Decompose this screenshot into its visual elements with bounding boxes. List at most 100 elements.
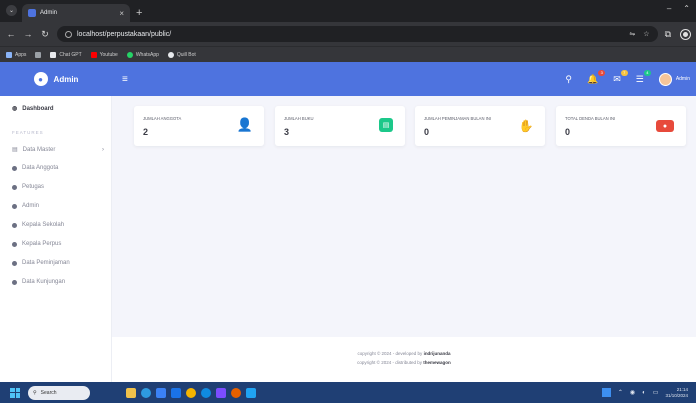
- book-icon: ▤: [379, 118, 393, 132]
- tab-title: Admin: [40, 10, 58, 16]
- app-icon-2[interactable]: [246, 387, 256, 398]
- user-name[interactable]: Admin: [676, 76, 690, 82]
- firefox-icon[interactable]: [231, 387, 241, 398]
- card-label: TOTAL DENDA BULAN INI: [565, 116, 616, 121]
- card-value: 0: [565, 127, 571, 137]
- taskbar-search[interactable]: ⚲ Search: [28, 385, 90, 400]
- bookmark-youtube[interactable]: Youtube: [90, 51, 118, 58]
- brand-text: Admin: [53, 74, 79, 84]
- translate-icon[interactable]: ⇋: [629, 30, 635, 38]
- distributor-link[interactable]: themewagon: [423, 360, 451, 365]
- sidebar-item-admin[interactable]: Admin: [12, 203, 104, 209]
- bookmark-apps[interactable]: Apps: [6, 51, 26, 58]
- vscode-icon[interactable]: [201, 387, 211, 398]
- brand-logo-icon: ●: [33, 72, 48, 86]
- chevron-right-icon: ›: [102, 146, 104, 153]
- edge-icon[interactable]: [141, 387, 151, 398]
- maximize-button[interactable]: ⌃: [683, 4, 690, 13]
- youtube-icon: [90, 51, 97, 58]
- chrome-icon[interactable]: [186, 387, 196, 398]
- card-label: JUMLAH BUKU: [284, 116, 314, 121]
- footer-line-developed: copyright © 2024 - developed by indrijun…: [357, 351, 451, 356]
- sidebar-item-dashboard[interactable]: ◍ Dashboard: [12, 105, 104, 113]
- sidebar-item-label: Dashboard: [22, 105, 54, 112]
- site-info-icon[interactable]: [65, 30, 72, 38]
- menu-toggle-icon[interactable]: ≡: [122, 74, 128, 85]
- chatgpt-icon: [50, 51, 57, 58]
- bookmark-quillbot[interactable]: Quill Bot: [167, 51, 196, 58]
- user-icon: 👤: [236, 117, 254, 132]
- bullet-icon: [12, 279, 17, 285]
- sidebar-item-label: Admin: [22, 203, 40, 209]
- alerts-badge: 3: [598, 69, 606, 76]
- profile-avatar-icon[interactable]: [681, 29, 690, 39]
- footer: copyright © 2024 - developed by indrijun…: [112, 337, 696, 382]
- file-explorer-icon[interactable]: [126, 387, 136, 398]
- address-bar[interactable]: localhost/perpustakaan/public/ ⇋ ☆: [57, 26, 658, 42]
- search-icon[interactable]: ⚲: [565, 74, 572, 85]
- sidebar-item-data-master[interactable]: ▤ Data Master ›: [12, 146, 104, 154]
- taskbar-search-label: Search: [40, 389, 57, 396]
- bullet-icon: [12, 184, 17, 190]
- money-icon: ●: [656, 120, 674, 132]
- tab-search-icon[interactable]: ⌄: [6, 5, 17, 16]
- reload-icon[interactable]: ↻: [40, 29, 50, 40]
- topbar-actions: ⚲ 🔔 3 ✉ 7 ☰ 4 Admin: [565, 62, 690, 96]
- quillbot-icon: [167, 51, 174, 58]
- sidebar-item-label: Data Master: [22, 146, 56, 153]
- sidebar-item-petugas[interactable]: Petugas: [12, 184, 104, 190]
- hand-holding-icon: ✋: [518, 119, 534, 133]
- clock[interactable]: 21:14 31/10/2024: [665, 387, 688, 399]
- bullet-icon: [12, 203, 17, 209]
- omnibox-actions: ⇋ ☆: [629, 30, 649, 38]
- network-icon[interactable]: ◉: [630, 389, 635, 396]
- sidebar-item-label: Data Anggota: [22, 165, 59, 171]
- developer-link[interactable]: indrijunanda: [424, 351, 451, 356]
- extensions-icon[interactable]: ⧉: [665, 29, 671, 40]
- forward-icon[interactable]: →: [23, 29, 33, 39]
- card-value: 0: [424, 127, 430, 137]
- whatsapp-icon: [126, 51, 133, 58]
- sidebar-item-kepala-perpus[interactable]: Kepala Perpus: [12, 241, 104, 247]
- tab-close-icon[interactable]: ×: [119, 9, 124, 18]
- bookmark-grid[interactable]: [35, 51, 42, 58]
- widgets-icon[interactable]: [601, 388, 611, 397]
- mail-icon[interactable]: [171, 387, 181, 398]
- battery-icon[interactable]: ▭: [653, 389, 659, 396]
- windows-start-icon[interactable]: [10, 387, 20, 398]
- browser-tab[interactable]: Admin ×: [22, 4, 130, 22]
- envelope-icon[interactable]: ✉ 7: [613, 69, 628, 85]
- card-value: 2: [143, 127, 149, 137]
- sidebar-item-data-kunjungan[interactable]: Data Kunjungan: [12, 279, 104, 285]
- app-icon[interactable]: [216, 387, 226, 398]
- stat-card-buku: JUMLAH BUKU 3 ▤: [275, 106, 405, 146]
- sidebar-item-data-anggota[interactable]: Data Anggota: [12, 165, 104, 171]
- browser-toolbar: ← → ↻ localhost/perpustakaan/public/ ⇋ ☆…: [0, 22, 696, 46]
- minimize-button[interactable]: –: [667, 4, 671, 13]
- url-text[interactable]: localhost/perpustakaan/public/: [77, 31, 624, 38]
- taskbar: ⚲ Search: [0, 382, 696, 403]
- back-icon[interactable]: ←: [6, 29, 16, 39]
- volume-icon[interactable]: ◐: [642, 390, 646, 396]
- window-controls: – ⌃: [667, 4, 690, 13]
- sidebar-item-data-peminjaman[interactable]: Data Peminjaman: [12, 260, 104, 266]
- apps-icon: [6, 51, 12, 58]
- list-icon[interactable]: ☰ 4: [636, 69, 651, 85]
- bookmarks-bar: Apps Chat GPT Youtube WhatsApp Quill Bot: [0, 46, 696, 62]
- stat-card-anggota: JUMLAH ANGGOTA 2 👤: [134, 106, 264, 146]
- bookmark-star-icon[interactable]: ☆: [643, 30, 649, 38]
- avatar[interactable]: [658, 72, 672, 86]
- sidebar-item-label: Petugas: [22, 184, 45, 190]
- bookmark-whatsapp[interactable]: WhatsApp: [126, 51, 159, 58]
- bell-icon[interactable]: 🔔 3: [587, 69, 606, 85]
- sidebar-heading: FEATURES: [12, 130, 44, 135]
- tray-chevron-icon[interactable]: ⌃: [618, 389, 623, 396]
- new-tab-button[interactable]: +: [136, 7, 142, 19]
- bookmark-chatgpt[interactable]: Chat GPT: [50, 51, 82, 58]
- store-icon[interactable]: [156, 387, 166, 398]
- sidebar-item-kepala-sekolah[interactable]: Kepala Sekolah: [12, 222, 104, 228]
- tab-favicon-icon: [28, 9, 36, 17]
- dashboard-icon: ◍: [12, 106, 18, 112]
- grid-icon: [35, 51, 42, 58]
- sidebar-brand[interactable]: ● Admin: [0, 62, 112, 96]
